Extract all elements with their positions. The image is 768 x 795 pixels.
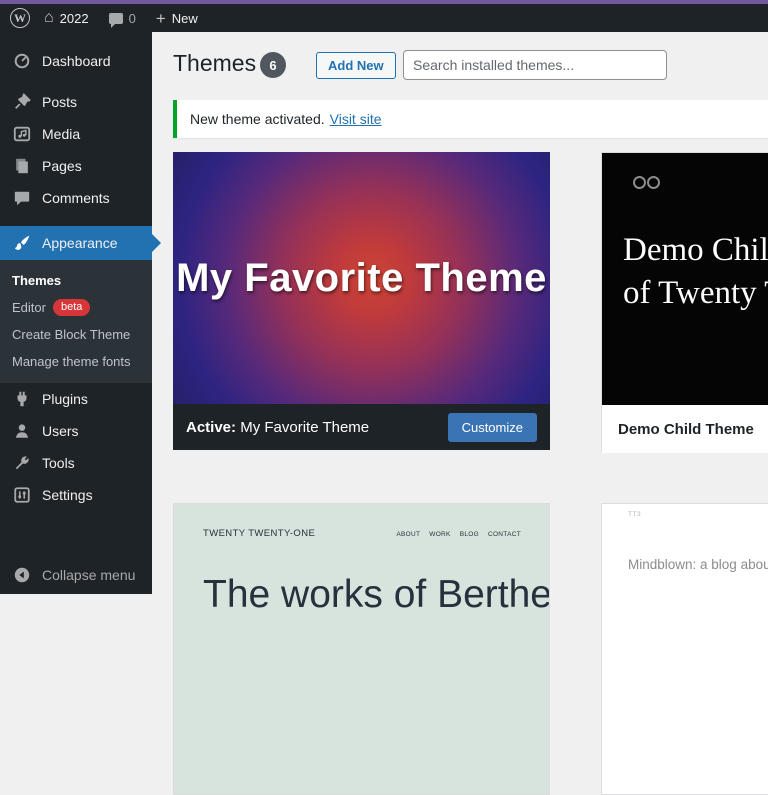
theme-preview-demo-child[interactable]: Demo Child Theme of Twenty Twenty-Two <box>602 153 768 405</box>
theme-count-badge: 6 <box>260 52 286 78</box>
new-label: New <box>172 11 198 26</box>
sidebar-item-tools[interactable]: Tools <box>0 447 152 479</box>
demo-preview-line2: of Twenty Twenty-Two <box>623 272 768 315</box>
demo-preview-text: Demo Child Theme of Twenty Twenty-Two <box>623 229 768 315</box>
tt1-nav-work: WORK <box>429 531 450 538</box>
sidebar-item-appearance[interactable]: Appearance <box>0 226 152 260</box>
active-theme-footer: Active: My Favorite Theme Customize <box>173 404 550 450</box>
tt1-nav-contact: CONTACT <box>488 531 521 538</box>
dashboard-icon <box>12 51 32 71</box>
sliders-icon <box>12 485 32 505</box>
tt1-nav: ABOUT WORK BLOG CONTACT <box>396 531 521 538</box>
sidebar-item-dashboard[interactable]: Dashboard <box>0 44 152 78</box>
submenu-label: Create Block Theme <box>12 321 130 348</box>
active-status-label: Active: <box>186 419 236 436</box>
tt1-nav-blog: BLOG <box>460 531 479 538</box>
beta-badge: beta <box>53 299 90 316</box>
theme-preview-my-favorite[interactable]: My Favorite Theme <box>173 152 550 404</box>
search-input[interactable] <box>403 50 667 80</box>
sidebar-item-label: Media <box>42 126 80 142</box>
home-icon: ⌂ <box>44 10 54 26</box>
add-new-button[interactable]: Add New <box>316 52 396 79</box>
sidebar-item-label: Settings <box>42 487 93 503</box>
sidebar-item-posts[interactable]: Posts <box>0 86 152 118</box>
submenu-item-themes[interactable]: Themes <box>0 267 152 294</box>
notice-message: New theme activated. <box>190 111 325 127</box>
submenu-item-editor[interactable]: Editor beta <box>0 294 152 321</box>
collapse-menu-button[interactable]: Collapse menu <box>0 559 152 591</box>
sidebar-item-label: Users <box>42 423 79 439</box>
tt1-heading: The works of Berthe <box>203 573 549 617</box>
sidebar-item-pages[interactable]: Pages <box>0 150 152 182</box>
theme-card-twenty-twenty-three[interactable]: TT3 Mindblown: a blog about philosophy. <box>601 503 768 795</box>
active-theme-name-text: My Favorite Theme <box>240 419 369 436</box>
sidebar-item-media[interactable]: Media <box>0 118 152 150</box>
sidebar-item-label: Posts <box>42 94 77 110</box>
sidebar-item-label: Comments <box>42 190 110 206</box>
submenu-item-manage-theme-fonts[interactable]: Manage theme fonts <box>0 348 152 375</box>
sidebar-item-settings[interactable]: Settings <box>0 479 152 511</box>
theme-card-twenty-twenty-one[interactable]: TWENTY TWENTY-ONE ABOUT WORK BLOG CONTAC… <box>173 503 550 795</box>
theme-name-demo-child: Demo Child Theme <box>602 405 768 453</box>
pages-icon <box>12 156 32 176</box>
customize-button[interactable]: Customize <box>448 413 537 442</box>
sidebar-item-label: Tools <box>42 455 75 471</box>
sidebar-item-label: Pages <box>42 158 82 174</box>
plugin-icon <box>12 389 32 409</box>
glasses-icon <box>633 176 660 189</box>
sidebar-item-comments[interactable]: Comments <box>0 182 152 214</box>
admin-bar-comments[interactable]: 0 <box>109 11 136 26</box>
theme-card-demo-child[interactable]: Demo Child Theme of Twenty Twenty-Two De… <box>601 152 768 452</box>
site-name: 2022 <box>60 11 89 26</box>
wrench-icon <box>12 453 32 473</box>
plus-icon: + <box>156 10 166 27</box>
comment-icon <box>12 188 32 208</box>
brush-icon <box>12 233 32 253</box>
appearance-submenu: Themes Editor beta Create Block Theme Ma… <box>0 260 152 383</box>
tt1-nav-about: ABOUT <box>396 531 420 538</box>
sidebar-item-label: Dashboard <box>42 53 111 69</box>
admin-bar: W ⌂ 2022 0 + New <box>0 4 768 32</box>
user-icon <box>12 421 32 441</box>
collapse-label: Collapse menu <box>42 567 135 583</box>
media-icon <box>12 124 32 144</box>
collapse-icon <box>12 565 32 585</box>
submenu-label: Themes <box>12 267 61 294</box>
submenu-item-create-block-theme[interactable]: Create Block Theme <box>0 321 152 348</box>
activation-notice: New theme activated. Visit site <box>173 100 768 138</box>
tt1-site-title: TWENTY TWENTY-ONE <box>203 528 315 539</box>
tt3-tagline: Mindblown: a blog about philosophy. <box>628 557 768 572</box>
comment-bubble-icon <box>109 13 123 24</box>
wordpress-logo-icon[interactable]: W <box>10 8 30 28</box>
submenu-label: Manage theme fonts <box>12 348 131 375</box>
submenu-label: Editor <box>12 294 46 321</box>
active-menu-arrow <box>152 234 161 252</box>
sidebar-item-users[interactable]: Users <box>0 415 152 447</box>
admin-bar-new[interactable]: + New <box>156 10 198 27</box>
comments-count: 0 <box>129 11 136 26</box>
pin-icon <box>12 92 32 112</box>
active-theme-name: Active: My Favorite Theme <box>186 419 369 436</box>
sidebar-item-plugins[interactable]: Plugins <box>0 383 152 415</box>
admin-bar-site-link[interactable]: ⌂ 2022 <box>44 10 89 26</box>
sidebar-item-label: Appearance <box>42 235 118 251</box>
tt1-preview-header: TWENTY TWENTY-ONE ABOUT WORK BLOG CONTAC… <box>203 528 521 539</box>
theme-preview-title: My Favorite Theme <box>176 256 547 301</box>
sidebar-item-label: Plugins <box>42 391 88 407</box>
demo-preview-line1: Demo Child Theme <box>623 229 768 272</box>
tt3-site-label: TT3 <box>628 511 641 518</box>
theme-card-active[interactable]: My Favorite Theme Active: My Favorite Th… <box>173 152 550 450</box>
page-title: Themes <box>173 50 256 77</box>
admin-sidebar: Dashboard Posts Media Pages Comments <box>0 32 152 594</box>
visit-site-link[interactable]: Visit site <box>330 111 382 127</box>
